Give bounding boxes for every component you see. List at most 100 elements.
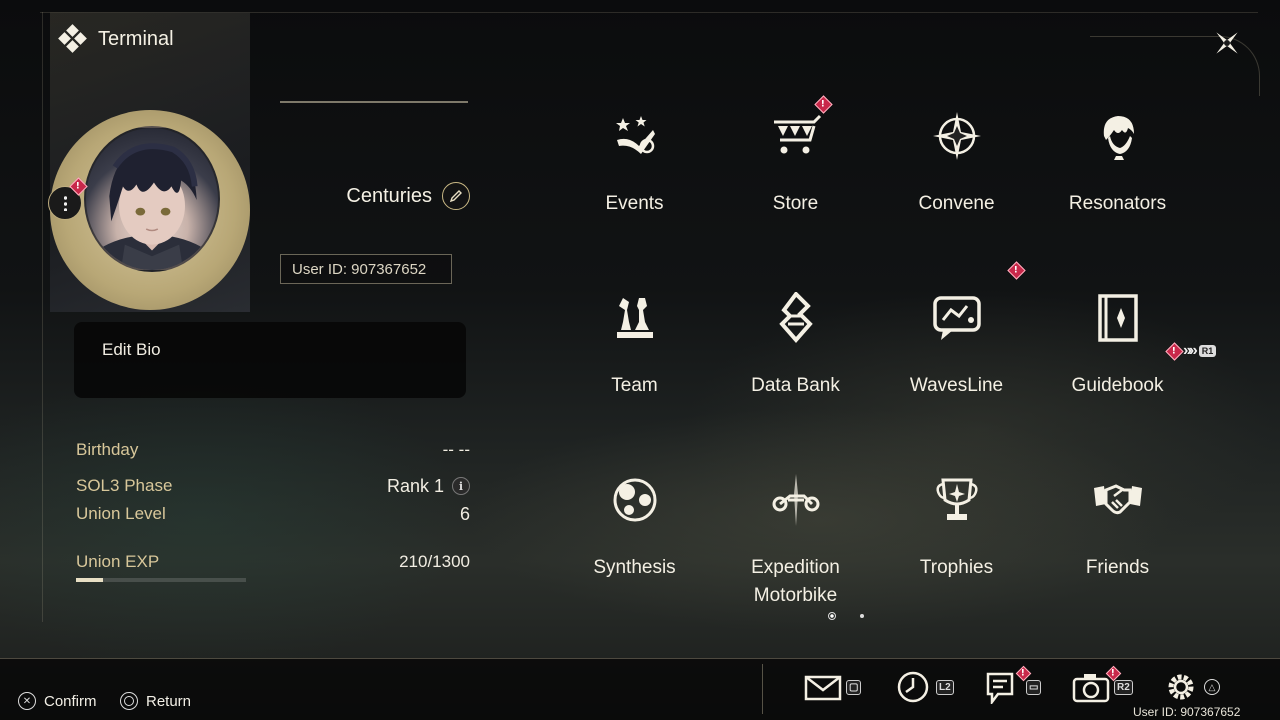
trophy-icon: [935, 478, 978, 520]
menu-label-events: Events: [605, 193, 664, 214]
guidebook-alert-icon: [1165, 341, 1184, 361]
events-icon: [615, 116, 655, 154]
mail-button[interactable]: ▢: [804, 670, 862, 704]
menu-team[interactable]: Team: [554, 266, 715, 448]
user-id-box: User ID: 907367652: [280, 254, 452, 284]
menu-data-bank[interactable]: Data Bank: [715, 266, 876, 448]
edit-name-button[interactable]: [442, 182, 470, 210]
union-level-row: Union Level 6: [76, 500, 470, 528]
motorbike-icon: [772, 474, 819, 526]
menu-expedition-motorbike[interactable]: Expedition Motorbike: [715, 448, 876, 630]
page-dot-1[interactable]: [828, 612, 836, 620]
clock-icon: [897, 671, 929, 703]
menu-label-guidebook: Guidebook: [1071, 375, 1164, 396]
guidebook-book-icon: [1097, 294, 1138, 342]
r1-key-badge: R1: [1198, 345, 1217, 357]
frame-left-line: [42, 12, 43, 622]
birthday-value: -- --: [442, 440, 470, 459]
convene-star-icon: [932, 112, 981, 160]
menu-label-synthesis: Synthesis: [593, 557, 676, 578]
menu-convene[interactable]: Convene: [876, 84, 1037, 266]
menu-label-trophies: Trophies: [919, 557, 994, 578]
sol3-row: SOL3 Phase Rank 1 i: [76, 472, 470, 500]
menu-label-wavesline: WavesLine: [909, 375, 1004, 396]
terminal-menu-grid: Events Store Convene Resonators: [554, 84, 1198, 630]
settings-button[interactable]: △: [1162, 670, 1220, 704]
handshake-icon: [1093, 484, 1142, 515]
edit-bio-button[interactable]: Edit Bio: [74, 322, 466, 398]
camera-icon: [1072, 674, 1110, 703]
page-dot-2[interactable]: [860, 614, 864, 618]
menu-label-convene: Convene: [918, 193, 995, 214]
terminal-diamond-icon: [58, 24, 87, 53]
birthday-row: Birthday -- --: [76, 436, 470, 464]
chevrons-right-icon: »»: [1183, 342, 1198, 359]
edit-bio-label: Edit Bio: [102, 340, 161, 359]
menu-label-resonators: Resonators: [1068, 193, 1167, 214]
menu-label-data-bank: Data Bank: [751, 375, 840, 396]
sol3-label: SOL3 Phase: [76, 476, 173, 495]
menu-friends[interactable]: Friends: [1037, 448, 1198, 630]
time-button[interactable]: L2: [894, 670, 954, 704]
page-indicator: [828, 612, 864, 620]
menu-label-friends: Friends: [1085, 557, 1150, 578]
profile-stats: Birthday -- -- SOL3 Phase Rank 1 i Union…: [76, 436, 470, 582]
union-level-label: Union Level: [76, 504, 166, 523]
menu-resonators[interactable]: Resonators: [1037, 84, 1198, 266]
synthesis-icon: [613, 478, 656, 522]
folder-key-badge: ▭: [1026, 679, 1042, 695]
data-bank-icon: [778, 292, 813, 344]
pencil-icon: [449, 190, 462, 203]
menu-wavesline[interactable]: WavesLine: [876, 261, 1037, 448]
return-hint[interactable]: Return: [120, 692, 191, 710]
circle-button-icon: [120, 692, 138, 710]
bottom-user-id: User ID: 907367652: [1133, 705, 1241, 719]
union-exp-bar: [76, 578, 246, 582]
store-cart-icon: [773, 114, 821, 154]
sol3-value-group: Rank 1 i: [387, 476, 470, 497]
gear-icon: [1168, 674, 1194, 700]
mail-icon: [804, 675, 842, 701]
triangle-button-icon: △: [1204, 679, 1220, 695]
touchpad-key-badge: ▢: [846, 679, 862, 695]
union-exp-value: 210/1300: [399, 552, 470, 571]
union-exp-row: Union EXP 210/1300: [76, 548, 470, 576]
close-button[interactable]: [1200, 16, 1254, 70]
menu-synthesis[interactable]: Synthesis: [554, 448, 715, 630]
union-exp-fill: [76, 578, 104, 582]
r2-key-badge: R2: [1114, 679, 1133, 695]
quest-button[interactable]: ▭: [984, 665, 1042, 704]
menu-label-store: Store: [772, 193, 819, 214]
page-title: Terminal: [98, 27, 174, 50]
wavesline-chat-icon: [932, 296, 981, 340]
team-chess-icon: [616, 298, 653, 338]
union-exp-label: Union EXP: [76, 552, 160, 571]
quest-note-icon: [986, 672, 1014, 704]
menu-trophies[interactable]: Trophies: [876, 448, 1037, 630]
header: Terminal: [58, 24, 174, 53]
confirm-label: Confirm: [44, 692, 97, 710]
confirm-hint[interactable]: ✕ Confirm: [18, 692, 97, 710]
birthday-label: Birthday: [76, 440, 139, 459]
menu-label-team: Team: [611, 375, 658, 396]
camera-button[interactable]: R2: [1072, 665, 1133, 704]
return-label: Return: [146, 692, 192, 710]
menu-label-expedition-motorbike: Expedition Motorbike: [751, 557, 840, 606]
player-name-row: Centuries: [280, 182, 470, 210]
name-underline: [280, 101, 468, 103]
resonator-portrait-icon: [1103, 116, 1134, 160]
more-vertical-icon: [63, 195, 67, 211]
info-icon[interactable]: i: [452, 477, 470, 495]
union-level-value: 6: [459, 503, 470, 524]
menu-store[interactable]: Store: [715, 84, 876, 266]
bottom-divider: [762, 664, 763, 714]
sol3-value: Rank 1: [386, 475, 444, 496]
menu-events[interactable]: Events: [554, 84, 715, 266]
close-icon: [1216, 32, 1238, 54]
l2-key-badge: L2: [936, 679, 954, 695]
guidebook-shortcut: »» R1: [1165, 341, 1217, 361]
cross-button-icon: ✕: [18, 692, 36, 710]
player-name: Centuries: [346, 184, 432, 207]
avatar[interactable]: [84, 126, 220, 272]
avatar-portrait-icon: [86, 143, 218, 270]
